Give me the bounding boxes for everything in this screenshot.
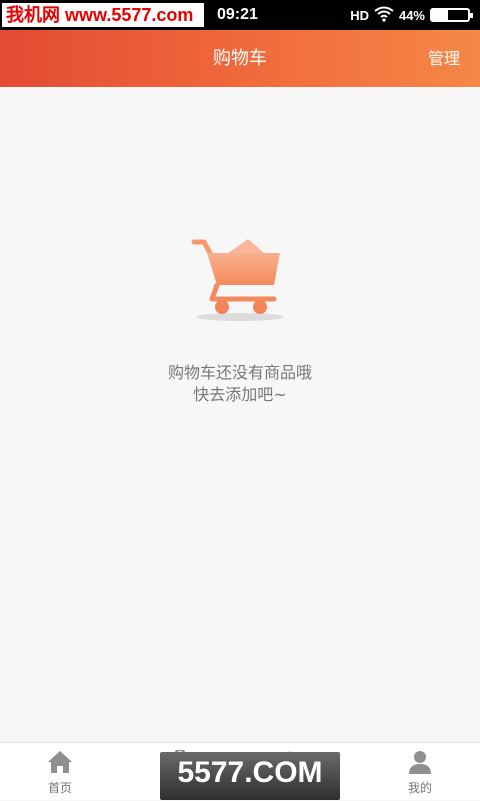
network-type: HD: [350, 7, 369, 23]
wifi-icon: [374, 6, 394, 25]
battery-level: [432, 10, 448, 20]
shopping-cart-icon: [191, 239, 284, 321]
empty-message-line-2: 快去添加吧~: [193, 385, 287, 404]
tab-home-label: 首页: [47, 781, 72, 795]
home-icon: [48, 751, 72, 773]
watermark-text: 5577.COM: [177, 756, 323, 789]
tab-profile[interactable]: 我的: [360, 743, 480, 801]
status-bar: 我机网 www.5577.com 09:21 HD 44%: [0, 0, 480, 30]
battery-icon: [430, 8, 473, 22]
manage-button[interactable]: 管理: [428, 30, 460, 87]
watermark-overlay: 5577.COM: [160, 752, 340, 800]
watermark-logo: 我机网 www.5577.com: [2, 3, 204, 27]
page-title: 购物车: [213, 48, 267, 69]
cart-empty-state: 购物车还没有商品哦 快去添加吧~: [0, 87, 480, 742]
tab-home[interactable]: 首页: [0, 743, 120, 801]
user-icon: [409, 751, 431, 774]
status-indicators: HD 44%: [350, 0, 473, 30]
tab-profile-label: 我的: [407, 781, 432, 795]
status-time: 09:21: [217, 6, 258, 23]
page-header: 购物车 管理: [0, 30, 480, 87]
empty-message-line-1: 购物车还没有商品哦: [167, 363, 312, 382]
battery-percent: 44%: [398, 7, 425, 23]
